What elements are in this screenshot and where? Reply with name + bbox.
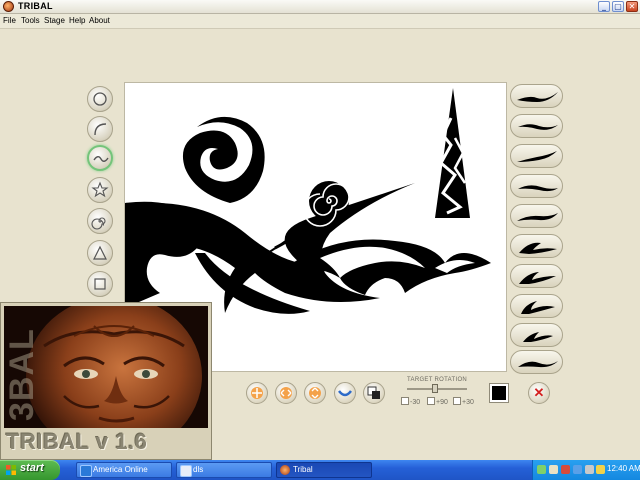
brush-stroke-icon <box>517 213 558 221</box>
brush-stroke-8[interactable] <box>510 294 563 318</box>
start-label: start <box>20 462 44 474</box>
brush-stroke-9[interactable] <box>510 323 563 347</box>
square-tool-icon <box>94 278 106 290</box>
rotation-label: TARGET ROTATION <box>407 377 468 383</box>
layer-order-button[interactable] <box>363 382 385 404</box>
rotation-option-plus30[interactable]: +30 <box>453 397 474 406</box>
flip-icon <box>338 390 352 397</box>
brush-stroke-5[interactable] <box>510 204 563 228</box>
brush-stroke-2[interactable] <box>510 114 563 138</box>
aol-icon <box>80 465 92 477</box>
brush-stroke-icon <box>519 272 556 284</box>
menu-bar: File Tools Stage Help About <box>0 14 640 29</box>
close-button[interactable]: ✕ <box>626 1 638 12</box>
brush-stroke-10[interactable] <box>510 350 563 374</box>
brush-stroke-icon <box>518 185 558 192</box>
align-horizontal-icon <box>280 387 292 399</box>
spiral-tool-icon <box>91 217 106 230</box>
splash-title: TRIBAL v 1.6 <box>6 429 148 454</box>
folder-icon <box>180 465 192 477</box>
rotation-option-plus90[interactable]: +90 <box>427 397 448 406</box>
window-title: TRIBAL <box>18 1 53 11</box>
star-tool-icon <box>91 181 109 198</box>
star-tool-button[interactable] <box>87 177 113 203</box>
network-icon[interactable] <box>537 465 546 474</box>
triangle-tool-button[interactable] <box>87 240 113 266</box>
brush-stroke-6[interactable] <box>510 234 563 258</box>
maximize-button[interactable]: ▢ <box>612 1 624 12</box>
task-tribal[interactable]: Tribal <box>276 462 372 478</box>
windows-logo-icon <box>6 465 16 475</box>
brush-stroke-icon <box>517 92 558 102</box>
brush-stroke-4[interactable] <box>510 174 563 198</box>
triangle-tool-icon <box>93 245 107 260</box>
arc-tool-icon <box>94 123 107 136</box>
minimize-button[interactable]: _ <box>598 1 610 12</box>
circle-tool-button[interactable] <box>87 86 113 112</box>
security-icon[interactable] <box>561 465 570 474</box>
start-button[interactable]: start <box>0 460 60 480</box>
brush-stroke-icon <box>521 301 555 314</box>
menu-stage[interactable]: Stage <box>44 14 65 28</box>
task-america-online[interactable]: America Online <box>76 462 172 478</box>
brush-stroke-icon <box>518 124 558 130</box>
align-horizontal-button[interactable] <box>275 382 297 404</box>
delete-icon: ✕ <box>533 385 545 400</box>
square-tool-button[interactable] <box>87 271 113 297</box>
brush-stroke-icon <box>519 242 557 254</box>
volume-icon[interactable] <box>549 465 558 474</box>
taskbar: start America Online dls Tribal 12:40 AM <box>0 460 640 480</box>
spiral-tool-button[interactable] <box>87 208 113 234</box>
circle-tool-icon <box>93 92 107 106</box>
arc-tool-button[interactable] <box>87 116 113 142</box>
rotation-slider-thumb[interactable] <box>432 384 438 393</box>
align-vertical-button[interactable] <box>304 382 326 404</box>
printer-icon[interactable] <box>585 465 594 474</box>
wave-tool-icon <box>93 156 109 162</box>
splash-vertical-text: 3BAL <box>3 328 41 421</box>
color-swatch[interactable] <box>489 383 509 403</box>
align-center-button[interactable] <box>246 382 268 404</box>
app-icon <box>3 1 14 12</box>
system-tray: 12:40 AM <box>532 460 640 480</box>
flip-button[interactable] <box>334 382 356 404</box>
align-vertical-icon <box>309 387 321 399</box>
brush-stroke-icon <box>518 361 558 368</box>
clock: 12:40 AM <box>607 464 640 473</box>
rotation-option-minus30[interactable]: -30 <box>401 397 420 406</box>
layer-order-icon <box>367 386 380 399</box>
brush-stroke-icon <box>523 332 553 342</box>
brush-stroke-1[interactable] <box>510 84 563 108</box>
title-bar: TRIBAL _ ▢ ✕ <box>0 0 640 14</box>
brush-stroke-7[interactable] <box>510 264 563 288</box>
delete-button[interactable]: ✕ <box>528 382 550 404</box>
messenger-icon[interactable] <box>573 465 582 474</box>
brush-stroke-icon <box>517 151 557 162</box>
menu-help[interactable]: Help <box>69 14 85 28</box>
menu-tools[interactable]: Tools <box>21 14 40 28</box>
splash-panel: 3BAL TRIBAL v 1.6 <box>0 302 212 460</box>
menu-about[interactable]: About <box>89 14 110 28</box>
update-icon[interactable] <box>596 465 605 474</box>
wave-tool-button[interactable] <box>87 145 113 171</box>
task-dls[interactable]: dls <box>176 462 272 478</box>
menu-file[interactable]: File <box>3 14 16 28</box>
tribal-app-icon <box>280 465 290 475</box>
brush-stroke-3[interactable] <box>510 144 563 168</box>
align-center-icon <box>251 387 263 399</box>
